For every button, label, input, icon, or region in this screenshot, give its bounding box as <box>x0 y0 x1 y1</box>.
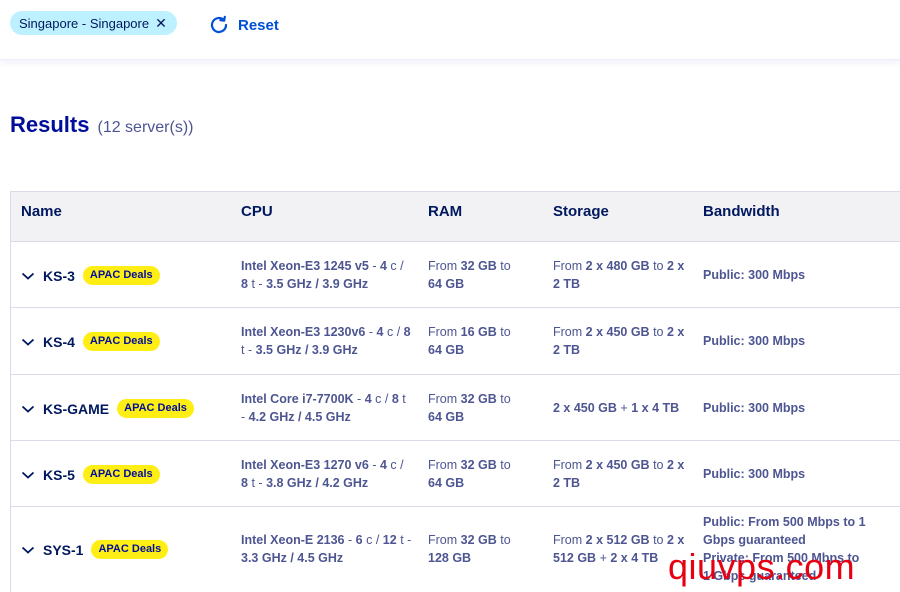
reset-button[interactable]: Reset <box>208 14 279 36</box>
ram-cell: From 16 GB to 64 GB <box>428 325 511 357</box>
location-filter-label: Singapore - Singapore <box>19 15 150 31</box>
bandwidth-cell: Public: 300 Mbps <box>703 334 806 348</box>
server-name-toggle[interactable]: KS-GAME APAC Deals <box>21 399 194 418</box>
deal-badge: APAC Deals <box>91 540 169 559</box>
deal-badge: APAC Deals <box>117 399 194 418</box>
server-name-toggle[interactable]: SYS-1 APAC Deals <box>21 540 169 559</box>
close-icon[interactable]: ✕ <box>155 16 167 30</box>
chevron-down-icon <box>21 471 35 479</box>
cpu-cell: Intel Xeon-E 2136 - 6 c / 12 t - 3.3 GHz… <box>241 533 412 565</box>
deal-badge: APAC Deals <box>82 332 160 351</box>
deal-badge: APAC Deals <box>82 266 160 285</box>
server-name-toggle[interactable]: KS-4 APAC Deals <box>21 332 160 351</box>
column-header-ram[interactable]: RAM <box>428 192 462 242</box>
refresh-icon <box>210 15 228 34</box>
reset-label: Reset <box>238 16 279 34</box>
column-header-storage[interactable]: Storage <box>553 192 609 242</box>
bandwidth-cell: Public: 300 Mbps <box>703 268 806 282</box>
cpu-cell: Intel Core i7-7700K - 4 c / 8 t - 4.2 GH… <box>241 392 406 424</box>
ram-cell: From 32 GB to 64 GB <box>428 392 511 424</box>
ram-cell: From 32 GB to 64 GB <box>428 259 511 291</box>
ram-cell: From 32 GB to 64 GB <box>428 458 511 490</box>
server-name-toggle[interactable]: KS-3 APAC Deals <box>21 266 160 285</box>
storage-cell: From 2 x 450 GB to 2 x 2 TB <box>553 458 685 490</box>
cpu-cell: Intel Xeon-E3 1230v6 - 4 c / 8 t - 3.5 G… <box>241 325 411 357</box>
deal-badge: APAC Deals <box>82 465 160 484</box>
storage-cell: From 2 x 450 GB to 2 x 2 TB <box>553 325 685 357</box>
column-header-name[interactable]: Name <box>21 192 62 242</box>
chevron-down-icon <box>21 405 35 413</box>
bandwidth-cell: Public: 300 Mbps <box>703 401 806 415</box>
ram-cell: From 32 GB to 128 GB <box>428 533 511 565</box>
server-name-toggle[interactable]: KS-5 APAC Deals <box>21 465 160 484</box>
column-header-bandwidth[interactable]: Bandwidth <box>703 192 780 242</box>
watermark: qiuvps.com <box>668 546 856 587</box>
table-header: Name CPU RAM Storage Bandwidth <box>11 192 900 242</box>
chevron-down-icon <box>21 272 35 280</box>
table-row[interactable]: KS-4 APAC Deals Intel Xeon-E3 1230v6 - 4… <box>11 308 900 375</box>
cpu-cell: Intel Xeon-E3 1245 v5 - 4 c / 8 t - 3.5 … <box>241 259 404 291</box>
filter-bar: Singapore - Singapore ✕ Reset <box>0 0 900 60</box>
chevron-down-icon <box>21 546 35 554</box>
storage-cell: 2 x 450 GB + 1 x 4 TB <box>553 401 680 415</box>
bandwidth-cell: Public: 300 Mbps <box>703 467 806 481</box>
results-count: (12 server(s)) <box>97 119 194 136</box>
results-heading: Results (12 server(s)) <box>10 112 194 138</box>
server-name: SYS-1 <box>43 541 84 558</box>
servers-table: Name CPU RAM Storage Bandwidth KS-3 APAC… <box>10 191 900 592</box>
cpu-cell: Intel Xeon-E3 1270 v6 - 4 c / 8 t - 3.8 … <box>241 458 404 490</box>
column-header-cpu[interactable]: CPU <box>241 192 273 242</box>
server-name: KS-GAME <box>43 400 110 417</box>
page-title: Results <box>10 112 90 137</box>
server-name: KS-3 <box>43 267 75 284</box>
chevron-down-icon <box>21 338 35 346</box>
server-name: KS-5 <box>43 466 75 483</box>
table-row[interactable]: KS-GAME APAC Deals Intel Core i7-7700K -… <box>11 375 900 441</box>
server-name: KS-4 <box>43 333 75 350</box>
table-row[interactable]: KS-5 APAC Deals Intel Xeon-E3 1270 v6 - … <box>11 441 900 507</box>
table-row[interactable]: KS-3 APAC Deals Intel Xeon-E3 1245 v5 - … <box>11 242 900 308</box>
storage-cell: From 2 x 480 GB to 2 x 2 TB <box>553 259 685 291</box>
location-filter-chip[interactable]: Singapore - Singapore ✕ <box>10 11 177 35</box>
